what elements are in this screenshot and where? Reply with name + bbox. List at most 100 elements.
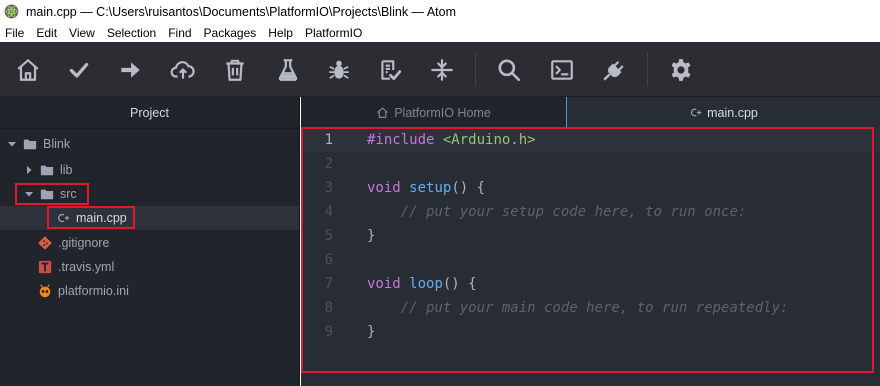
- tree-item-label: main.cpp: [76, 211, 127, 225]
- code-editor[interactable]: 1 #include <Arduino.h> 2 3 void setup() …: [301, 128, 880, 386]
- folder-icon: [40, 189, 54, 200]
- tree-item-main-cpp[interactable]: main.cpp: [0, 206, 299, 230]
- editor-line[interactable]: 3 void setup() {: [301, 176, 880, 200]
- home-button[interactable]: [13, 55, 43, 85]
- menu-packages[interactable]: Packages: [204, 26, 257, 40]
- tree-item-label: .gitignore: [58, 236, 110, 250]
- project-panel-header: Project: [0, 97, 299, 129]
- tree-item-travis[interactable]: .travis.yml: [0, 255, 299, 279]
- tab-label: main.cpp: [707, 105, 758, 120]
- line-code: void setup() {: [353, 180, 485, 196]
- tree-item-label: .travis.yml: [58, 260, 115, 274]
- tab-platformio-home[interactable]: PlatformIO Home: [301, 97, 566, 128]
- editor-line[interactable]: 8 // put your main code here, to run rep…: [301, 296, 880, 320]
- platformio-toolbar: [0, 42, 880, 97]
- platformio-ant-icon: [39, 284, 51, 298]
- tree-item-label: Blink: [43, 137, 71, 151]
- line-number: 4: [324, 204, 333, 220]
- clean-button[interactable]: [220, 55, 250, 85]
- line-number: 1: [324, 132, 333, 148]
- remote-upload-button[interactable]: [168, 55, 198, 85]
- search-button[interactable]: [494, 55, 524, 85]
- chevron-down-icon: [25, 192, 33, 197]
- git-icon: [38, 236, 52, 250]
- cloud-upload-icon: [170, 61, 195, 79]
- travis-icon: [38, 260, 52, 274]
- atom-icon: [4, 4, 19, 19]
- tree-item-label: platformio.ini: [58, 284, 129, 298]
- comment-token: // put your main code here, to run repea…: [400, 300, 789, 316]
- tree-item-blink[interactable]: Blink: [0, 132, 299, 156]
- tree-item-gitignore[interactable]: .gitignore: [0, 231, 299, 255]
- check-icon: [69, 62, 89, 78]
- debug-button[interactable]: [324, 55, 354, 85]
- terminal-button[interactable]: [547, 55, 577, 85]
- menu-bar: File Edit View Selection Find Packages H…: [0, 23, 880, 42]
- folder-icon: [40, 165, 54, 176]
- trash-icon: [226, 59, 244, 81]
- tab-bar: PlatformIO Home main.cpp: [301, 97, 880, 128]
- menu-find[interactable]: Find: [168, 26, 191, 40]
- tree-item-label: src: [60, 187, 77, 201]
- title-bar: main.cpp — C:\Users\ruisantos\Documents\…: [0, 0, 880, 23]
- line-code: }: [367, 324, 376, 340]
- line-number: 3: [324, 180, 333, 196]
- tree-item-platformio-ini[interactable]: platformio.ini: [0, 279, 299, 303]
- tab-label: PlatformIO Home: [394, 105, 491, 120]
- bug-icon: [329, 60, 349, 79]
- line-code: // put your setup code here, to run once…: [353, 204, 747, 220]
- line-number: 7: [324, 276, 333, 292]
- tree-item-lib[interactable]: lib: [0, 158, 299, 182]
- serial-monitor-button[interactable]: [427, 55, 457, 85]
- tree-item-label: lib: [60, 163, 73, 177]
- toolbar-separator: [647, 52, 648, 86]
- comment-token: // put your setup code here, to run once…: [400, 204, 747, 220]
- line-number: 6: [324, 252, 333, 268]
- function-token: loop: [409, 276, 443, 292]
- gear-icon: [671, 59, 691, 81]
- editor-line[interactable]: 4 // put your setup code here, to run on…: [301, 200, 880, 224]
- line-code: }: [367, 228, 376, 244]
- line-number: 2: [324, 156, 333, 172]
- home-icon: [17, 59, 39, 81]
- editor-line[interactable]: 7 void loop() {: [301, 272, 880, 296]
- tree-item-src[interactable]: src: [0, 182, 299, 206]
- line-code: #include <Arduino.h>: [353, 132, 536, 148]
- menu-platformio[interactable]: PlatformIO: [305, 26, 362, 40]
- line-code: // put your main code here, to run repea…: [353, 300, 789, 316]
- editor-line[interactable]: 9 }: [301, 320, 880, 344]
- serial-connect-button[interactable]: [599, 55, 629, 85]
- editor-line[interactable]: 5 }: [301, 224, 880, 248]
- build-button[interactable]: [64, 55, 94, 85]
- clipboard-check-icon: [381, 60, 402, 81]
- string-token: <Arduino.h>: [442, 132, 536, 148]
- line-code: void loop() {: [353, 276, 477, 292]
- line-number: 9: [324, 324, 333, 340]
- menu-file[interactable]: File: [5, 26, 24, 40]
- upload-button[interactable]: [115, 55, 145, 85]
- editor-line[interactable]: 2: [301, 152, 880, 176]
- editor-line[interactable]: 1 #include <Arduino.h>: [301, 128, 880, 152]
- menu-help[interactable]: Help: [268, 26, 293, 40]
- keyword-token: void: [367, 180, 401, 196]
- tasks-button[interactable]: [375, 55, 405, 85]
- line-number: 5: [324, 228, 333, 244]
- editor-line[interactable]: 6: [301, 248, 880, 272]
- keyword-token: void: [367, 276, 401, 292]
- window-title: main.cpp — C:\Users\ruisantos\Documents\…: [26, 4, 456, 19]
- cpp-file-icon: [58, 213, 70, 223]
- folder-icon: [23, 139, 37, 150]
- home-icon: [377, 107, 389, 118]
- toolbar-separator: [475, 52, 476, 86]
- cpp-file-icon: [691, 108, 702, 117]
- punct-token: () {: [451, 180, 486, 196]
- test-button[interactable]: [273, 55, 303, 85]
- arrow-right-icon: [121, 62, 140, 78]
- menu-selection[interactable]: Selection: [107, 26, 156, 40]
- punct-token: () {: [442, 276, 477, 292]
- settings-button[interactable]: [666, 55, 696, 85]
- menu-view[interactable]: View: [69, 26, 95, 40]
- tab-main-cpp[interactable]: main.cpp: [567, 97, 880, 128]
- terminal-icon: [551, 60, 573, 80]
- menu-edit[interactable]: Edit: [36, 26, 57, 40]
